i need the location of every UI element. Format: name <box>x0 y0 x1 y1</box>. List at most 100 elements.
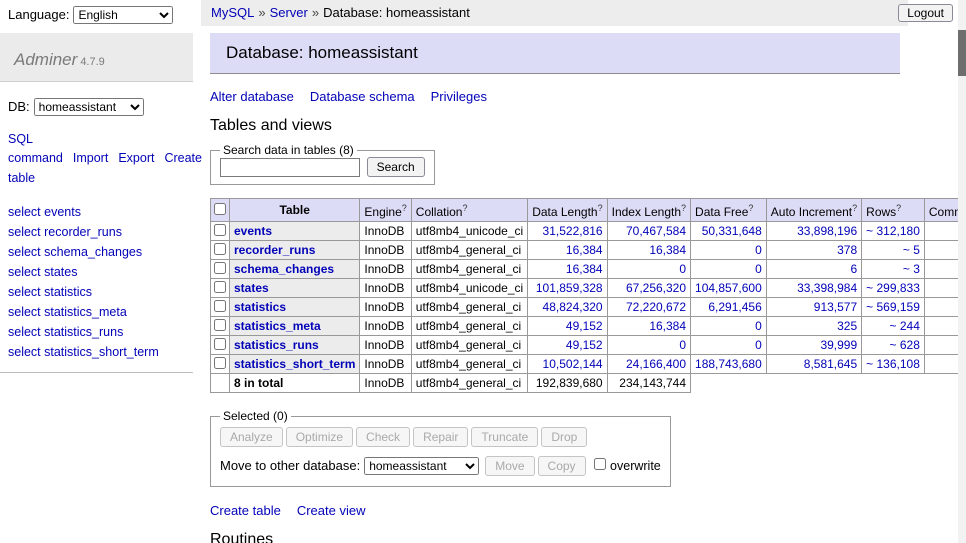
help-icon[interactable]: ? <box>896 203 901 213</box>
sidebar-item-select-statistics-runs[interactable]: select statistics_runs <box>8 322 193 342</box>
search-input[interactable] <box>220 158 360 177</box>
rows-link[interactable]: ~ 628 <box>890 338 920 352</box>
data-length-link[interactable]: 16,384 <box>566 262 603 276</box>
row-checkbox-statistics-meta[interactable] <box>214 319 226 331</box>
table-link-statistics[interactable]: statistics <box>234 300 286 314</box>
row-checkbox-statistics[interactable] <box>214 300 226 312</box>
row-checkbox-schema-changes[interactable] <box>214 262 226 274</box>
auto-increment-link[interactable]: 39,999 <box>820 338 857 352</box>
auto-increment-link[interactable]: 6 <box>850 262 857 276</box>
db-select[interactable]: homeassistant <box>34 98 144 116</box>
data-free-link[interactable]: 0 <box>755 338 762 352</box>
table-link-schema-changes[interactable]: schema_changes <box>234 262 334 276</box>
copy-button[interactable]: Copy <box>538 456 586 476</box>
check-button[interactable]: Check <box>356 427 410 447</box>
search-button[interactable]: Search <box>367 157 425 177</box>
db-link-privileges[interactable]: Privileges <box>431 89 487 104</box>
db-link-database-schema[interactable]: Database schema <box>310 89 415 104</box>
index-length-link[interactable]: 24,166,400 <box>626 357 686 371</box>
data-length-link[interactable]: 49,152 <box>566 319 603 333</box>
truncate-button[interactable]: Truncate <box>471 427 538 447</box>
sidebar-action-export[interactable]: Export <box>118 151 154 165</box>
help-icon[interactable]: ? <box>402 203 407 213</box>
select-all-checkbox[interactable] <box>214 203 226 215</box>
language-select[interactable]: English <box>73 6 173 24</box>
row-checkbox-statistics-runs[interactable] <box>214 338 226 350</box>
rows-link[interactable]: ~ 299,833 <box>866 281 920 295</box>
rows-link[interactable]: ~ 3 <box>903 262 920 276</box>
sidebar-item-select-statistics[interactable]: select statistics <box>8 282 193 302</box>
row-checkbox-statistics-short-term[interactable] <box>214 357 226 369</box>
rows-link[interactable]: ~ 136,108 <box>866 357 920 371</box>
table-link-statistics-short-term[interactable]: statistics_short_term <box>234 357 355 371</box>
table-link-events[interactable]: events <box>234 224 272 238</box>
analyze-button[interactable]: Analyze <box>220 427 283 447</box>
sidebar-action-import[interactable]: Import <box>73 151 108 165</box>
index-length-link[interactable]: 0 <box>679 338 686 352</box>
create-link-create-table[interactable]: Create table <box>210 503 281 518</box>
sidebar-item-select-recorder-runs[interactable]: select recorder_runs <box>8 222 193 242</box>
rows-link[interactable]: ~ 244 <box>890 319 920 333</box>
auto-increment-link[interactable]: 913,577 <box>814 300 857 314</box>
data-length-link[interactable]: 31,522,816 <box>543 224 603 238</box>
sidebar-item-select-schema-changes[interactable]: select schema_changes <box>8 242 193 262</box>
data-free-link[interactable]: 50,331,648 <box>702 224 762 238</box>
help-icon[interactable]: ? <box>681 203 686 213</box>
index-length-link[interactable]: 16,384 <box>649 319 686 333</box>
overwrite-checkbox[interactable] <box>594 458 606 470</box>
rows-link[interactable]: ~ 5 <box>903 243 920 257</box>
help-icon[interactable]: ? <box>598 203 603 213</box>
rows-cell: ~ 3 <box>862 260 925 279</box>
rows-link[interactable]: ~ 569,159 <box>866 300 920 314</box>
data-free-link[interactable]: 0 <box>755 262 762 276</box>
sidebar-item-select-states[interactable]: select states <box>8 262 193 282</box>
table-link-states[interactable]: states <box>234 281 269 295</box>
table-link-recorder-runs[interactable]: recorder_runs <box>234 243 315 257</box>
row-checkbox-recorder-runs[interactable] <box>214 243 226 255</box>
scrollbar[interactable] <box>958 0 966 543</box>
scrollbar-thumb[interactable] <box>958 30 966 76</box>
sidebar-item-select-events[interactable]: select events <box>8 202 193 222</box>
help-icon[interactable]: ? <box>462 203 467 213</box>
help-icon[interactable]: ? <box>852 203 857 213</box>
index-length-link[interactable]: 72,220,672 <box>626 300 686 314</box>
auto-increment-link[interactable]: 325 <box>837 319 857 333</box>
row-checkbox-states[interactable] <box>214 281 226 293</box>
data-length-link[interactable]: 49,152 <box>566 338 603 352</box>
table-link-statistics-runs[interactable]: statistics_runs <box>234 338 319 352</box>
move-db-select[interactable]: homeassistant <box>364 457 479 475</box>
auto-increment-link[interactable]: 8,581,645 <box>804 357 857 371</box>
breadcrumb-link-mysql[interactable]: MySQL <box>211 5 254 20</box>
sidebar-item-select-statistics-short-term[interactable]: select statistics_short_term <box>8 342 193 362</box>
auto-increment-link[interactable]: 378 <box>837 243 857 257</box>
data-free-link[interactable]: 6,291,456 <box>708 300 761 314</box>
sidebar-item-select-statistics-meta[interactable]: select statistics_meta <box>8 302 193 322</box>
data-length-link[interactable]: 101,859,328 <box>536 281 603 295</box>
row-checkbox-events[interactable] <box>214 224 226 236</box>
repair-button[interactable]: Repair <box>413 427 468 447</box>
table-link-statistics-meta[interactable]: statistics_meta <box>234 319 321 333</box>
auto-increment-link[interactable]: 33,398,984 <box>797 281 857 295</box>
db-link-alter-database[interactable]: Alter database <box>210 89 294 104</box>
move-button[interactable]: Move <box>485 456 534 476</box>
index-length-link[interactable]: 70,467,584 <box>626 224 686 238</box>
index-length-link[interactable]: 67,256,320 <box>626 281 686 295</box>
data-length-link[interactable]: 48,824,320 <box>543 300 603 314</box>
breadcrumb-link-server[interactable]: Server <box>270 5 308 20</box>
data-free-link[interactable]: 188,743,680 <box>695 357 762 371</box>
data-length-link[interactable]: 10,502,144 <box>543 357 603 371</box>
data-length-link[interactable]: 16,384 <box>566 243 603 257</box>
help-icon[interactable]: ? <box>748 203 753 213</box>
sidebar-action-sql-command[interactable]: SQL command <box>8 132 63 165</box>
optimize-button[interactable]: Optimize <box>286 427 353 447</box>
index-length-link[interactable]: 0 <box>679 262 686 276</box>
data-free-link[interactable]: 0 <box>755 319 762 333</box>
create-link-create-view[interactable]: Create view <box>297 503 366 518</box>
drop-button[interactable]: Drop <box>541 427 587 447</box>
data-free-link[interactable]: 104,857,600 <box>695 281 762 295</box>
rows-link[interactable]: ~ 312,180 <box>866 224 920 238</box>
index-length-link[interactable]: 16,384 <box>649 243 686 257</box>
data-free-link[interactable]: 0 <box>755 243 762 257</box>
auto-increment-link[interactable]: 33,898,196 <box>797 224 857 238</box>
logout-button[interactable]: Logout <box>898 4 953 22</box>
